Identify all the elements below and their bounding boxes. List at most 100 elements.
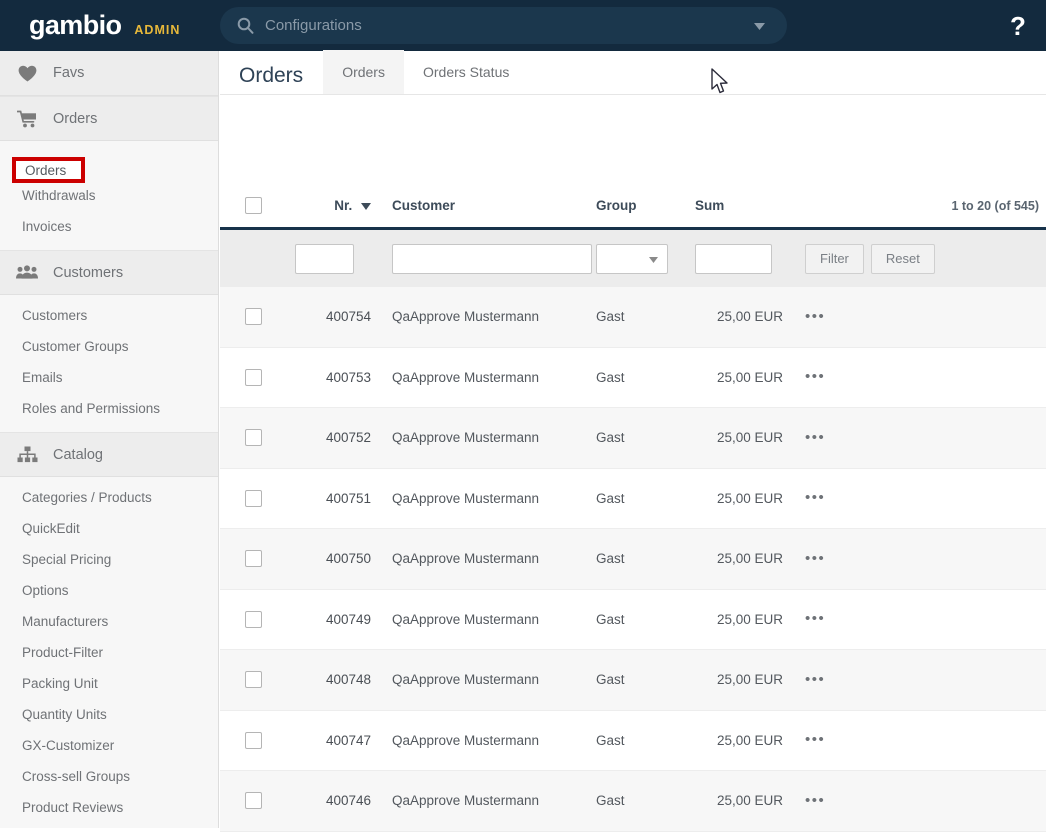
users-icon — [14, 265, 40, 280]
table-row[interactable]: 400752 QaApprove Mustermann Gast 25,00 E… — [220, 408, 1046, 469]
cell-group: Gast — [596, 369, 625, 385]
row-actions-menu-icon[interactable]: ••• — [805, 792, 825, 809]
row-actions-menu-icon[interactable]: ••• — [805, 550, 825, 567]
sidebar-item-label: Packing Unit — [22, 676, 98, 691]
sidebar-section-customers[interactable]: Customers — [0, 250, 218, 295]
tab-orders-status[interactable]: Orders Status — [404, 50, 528, 94]
table-row[interactable]: 400751 QaApprove Mustermann Gast 25,00 E… — [220, 468, 1046, 529]
cell-actions: ••• — [783, 550, 879, 568]
row-checkbox[interactable] — [244, 792, 262, 810]
filter-sum-input[interactable] — [695, 243, 772, 274]
sidebar-item-product-reviews[interactable]: Product Reviews — [0, 792, 218, 823]
row-checkbox[interactable] — [244, 489, 262, 507]
row-actions-menu-icon[interactable]: ••• — [805, 731, 825, 748]
row-select-cell — [220, 308, 286, 326]
cell-actions: ••• — [783, 429, 879, 447]
filter-nr-input[interactable] — [295, 243, 354, 274]
chevron-down-icon[interactable] — [754, 17, 765, 35]
column-header-sum[interactable]: Sum — [695, 198, 783, 213]
sidebar-item-roles-and-permissions[interactable]: Roles and Permissions — [0, 393, 218, 424]
sidebar-item-gx-customizer[interactable]: GX-Customizer — [0, 730, 218, 761]
table-row[interactable]: 400750 QaApprove Mustermann Gast 25,00 E… — [220, 529, 1046, 590]
row-checkbox[interactable] — [244, 429, 262, 447]
sidebar-item-options[interactable]: Options — [0, 575, 218, 606]
sidebar-item-label: GX-Customizer — [22, 738, 115, 753]
sidebar-section-label: Orders — [53, 110, 98, 127]
sidebar-item-manufacturers[interactable]: Manufacturers — [0, 606, 218, 637]
sidebar-item-product-filter[interactable]: Product-Filter — [0, 637, 218, 668]
row-checkbox[interactable] — [244, 308, 262, 326]
column-header-group[interactable]: Group — [596, 198, 695, 213]
row-select-cell — [220, 368, 286, 386]
cell-actions: ••• — [783, 489, 879, 507]
cell-group: Gast — [596, 611, 625, 627]
sidebar-section-catalog[interactable]: Catalog — [0, 432, 218, 477]
column-header-nr[interactable]: Nr. — [286, 198, 371, 213]
cell-actions: ••• — [783, 368, 879, 386]
sidebar-section-orders[interactable]: Orders — [0, 96, 218, 141]
sidebar-item-label: Product-Filter — [22, 645, 104, 660]
table-row[interactable]: 400748 QaApprove Mustermann Gast 25,00 E… — [220, 650, 1046, 711]
sidebar-item-special-pricing[interactable]: Special Pricing — [0, 544, 218, 575]
sidebar-item-packing-unit[interactable]: Packing Unit — [0, 668, 218, 699]
filter-group-select[interactable] — [596, 243, 668, 274]
filter-button[interactable]: Filter — [805, 243, 864, 274]
cell-sum: 25,00 EUR — [716, 430, 783, 446]
brand-logo[interactable]: gambio ADMIN — [29, 12, 180, 39]
search-bar[interactable]: Configurations — [220, 7, 787, 44]
cell-nr: 400749 — [325, 611, 371, 627]
table-row[interactable]: 400747 QaApprove Mustermann Gast 25,00 E… — [220, 710, 1046, 771]
row-checkbox[interactable] — [244, 731, 262, 749]
filter-customer-input[interactable] — [392, 243, 592, 274]
sidebar-item-label: Emails — [22, 370, 63, 385]
table-row[interactable]: 400753 QaApprove Mustermann Gast 25,00 E… — [220, 347, 1046, 408]
row-actions-menu-icon[interactable]: ••• — [805, 368, 825, 385]
sidebar-item-invoices[interactable]: Invoices — [0, 211, 218, 242]
sidebar-item-customer-groups[interactable]: Customer Groups — [0, 331, 218, 362]
row-actions-menu-icon[interactable]: ••• — [805, 489, 825, 506]
table-row[interactable]: 400754 QaApprove Mustermann Gast 25,00 E… — [220, 287, 1046, 348]
table-row[interactable]: 400746 QaApprove Mustermann Gast 25,00 E… — [220, 771, 1046, 832]
row-checkbox[interactable] — [244, 610, 262, 628]
sidebar-item-quickedit[interactable]: QuickEdit — [0, 513, 218, 544]
sidebar-item-cross-sell-groups[interactable]: Cross-sell Groups — [0, 761, 218, 792]
cell-group: Gast — [596, 490, 625, 506]
tab-orders[interactable]: Orders — [323, 50, 404, 94]
help-icon[interactable]: ? — [1000, 8, 1036, 44]
cell-actions: ••• — [783, 671, 879, 689]
row-checkbox[interactable] — [244, 368, 262, 386]
cell-sum: 25,00 EUR — [716, 309, 783, 325]
row-select-cell — [220, 550, 286, 568]
cell-group: Gast — [596, 672, 625, 688]
cell-sum: 25,00 EUR — [716, 611, 783, 627]
tab-label: Orders Status — [422, 64, 510, 80]
row-select-cell — [220, 610, 286, 628]
sidebar-item-categories-products[interactable]: Categories / Products — [0, 482, 218, 513]
select-all-checkbox[interactable] — [244, 197, 262, 214]
row-actions-menu-icon[interactable]: ••• — [805, 308, 825, 325]
cell-customer: QaApprove Mustermann — [392, 672, 540, 688]
chevron-down-icon — [649, 250, 658, 268]
sidebar-item-withdrawals[interactable]: Withdrawals — [0, 180, 218, 211]
column-header-customer-label: Customer — [392, 198, 456, 213]
table-row[interactable]: 400749 QaApprove Mustermann Gast 25,00 E… — [220, 589, 1046, 650]
cell-nr: 400747 — [325, 732, 371, 748]
sidebar-group-customers: Customers Customer Groups Emails Roles a… — [0, 295, 218, 432]
page-header: Orders Orders Orders Status — [220, 50, 1046, 95]
sidebar-item-label: Manufacturers — [22, 614, 109, 629]
reset-button[interactable]: Reset — [870, 243, 935, 274]
row-checkbox[interactable] — [244, 671, 262, 689]
row-checkbox[interactable] — [244, 550, 262, 568]
orders-table: Nr. Customer Group Sum 1 to 20 (of 545) — [220, 184, 1046, 832]
row-actions-menu-icon[interactable]: ••• — [805, 671, 825, 688]
search-input[interactable]: Configurations — [265, 18, 754, 33]
caret-down-icon — [361, 203, 371, 210]
column-header-customer[interactable]: Customer — [371, 198, 596, 213]
sidebar-item-label: Customers — [22, 308, 88, 323]
row-actions-menu-icon[interactable]: ••• — [805, 610, 825, 627]
sidebar-section-favs[interactable]: Favs — [0, 51, 218, 96]
sidebar-item-customers[interactable]: Customers — [0, 300, 218, 331]
sidebar-item-emails[interactable]: Emails — [0, 362, 218, 393]
row-actions-menu-icon[interactable]: ••• — [805, 429, 825, 446]
sidebar-item-quantity-units[interactable]: Quantity Units — [0, 699, 218, 730]
